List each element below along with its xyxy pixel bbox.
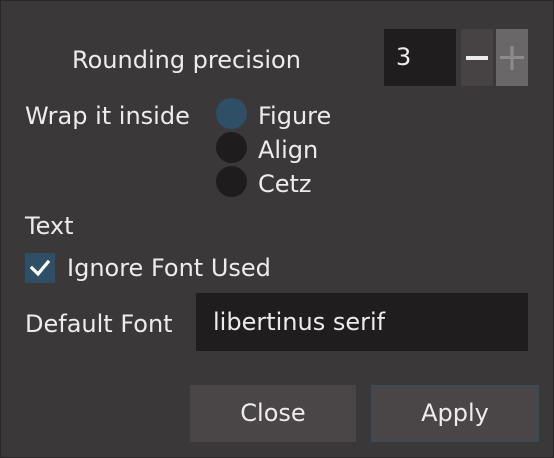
apply-button[interactable]: Apply bbox=[371, 385, 539, 442]
default-font-input[interactable]: libertinus serif bbox=[196, 293, 528, 351]
text-section-heading: Text bbox=[25, 212, 74, 240]
checkmark-icon bbox=[30, 259, 50, 277]
decrement-button[interactable] bbox=[461, 29, 493, 86]
default-font-label: Default Font bbox=[25, 310, 173, 338]
ignore-font-label: Ignore Font Used bbox=[67, 254, 271, 282]
radio-cetz-label: Cetz bbox=[258, 170, 312, 198]
radio-align[interactable] bbox=[216, 132, 247, 163]
radio-figure[interactable] bbox=[216, 98, 247, 129]
wrap-label: Wrap it inside bbox=[25, 102, 190, 130]
increment-button[interactable] bbox=[496, 29, 528, 86]
rounding-precision-input[interactable]: 3 bbox=[384, 29, 456, 86]
ignore-font-checkbox[interactable] bbox=[25, 253, 55, 283]
radio-align-label: Align bbox=[258, 136, 319, 164]
rounding-precision-label: Rounding precision bbox=[72, 46, 301, 74]
radio-figure-label: Figure bbox=[258, 102, 332, 130]
radio-cetz[interactable] bbox=[216, 166, 247, 197]
minus-icon bbox=[466, 55, 488, 60]
dialog: Rounding precision 3 Wrap it inside Figu… bbox=[0, 0, 554, 458]
plus-icon bbox=[500, 45, 524, 70]
close-button[interactable]: Close bbox=[190, 385, 356, 442]
